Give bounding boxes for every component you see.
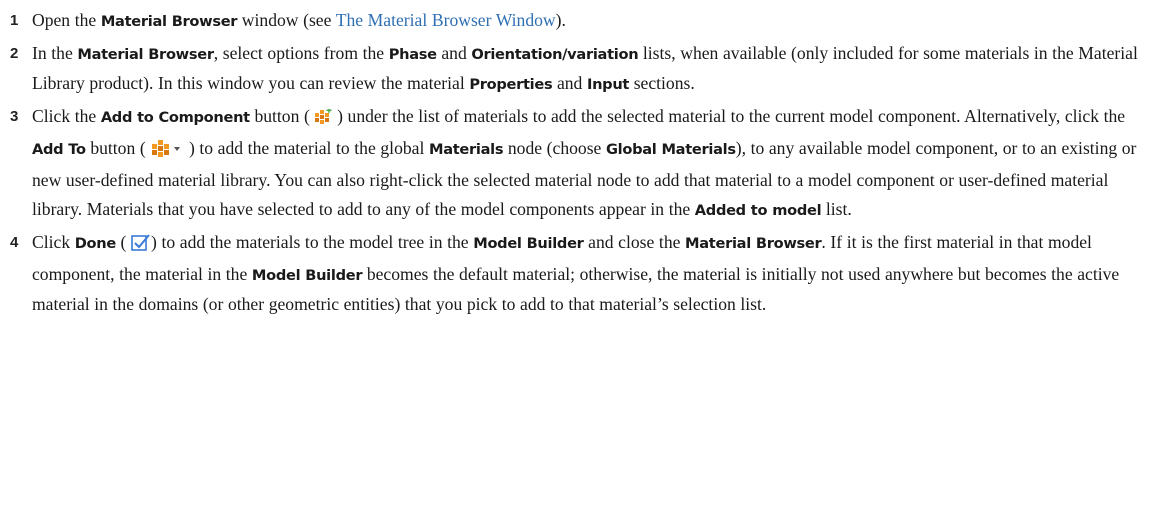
step-text: node (choose: [503, 138, 606, 158]
step-text: and: [436, 43, 472, 63]
step-text: (: [115, 232, 132, 252]
add-material-dropdown-icon: [150, 137, 184, 166]
ui-term-properties: Properties: [469, 76, 553, 93]
instruction-document: 1 Open the Material Browser window (see T…: [0, 0, 1170, 507]
ui-term-model-builder: Model Builder: [473, 235, 584, 252]
ui-term-materials: Materials: [428, 141, 504, 158]
done-checkmark-icon: [131, 231, 151, 260]
step-text: button (: [249, 106, 315, 126]
ui-term-input: Input: [586, 76, 630, 93]
ui-term-global-materials: Global Materials: [605, 141, 736, 158]
ui-term-material-browser: Material Browser: [77, 46, 214, 63]
step-text: window (see: [237, 10, 336, 30]
ui-term-done: Done: [74, 235, 117, 252]
step-text: list.: [821, 199, 852, 219]
ui-term-add-to-component: Add to Component: [100, 109, 250, 126]
step-number: 3: [10, 108, 19, 125]
step-number: 4: [10, 234, 19, 251]
step-text: ).: [555, 10, 566, 30]
ui-term-add-to: Add To: [32, 141, 86, 158]
step-text: ) under the list of materials to add the…: [332, 106, 1126, 126]
step-text: sections.: [629, 73, 695, 93]
step-text: Open the: [32, 10, 101, 30]
step-4: 4 Click Done ( ) to add the materials to …: [10, 228, 1157, 319]
step-text: Click: [32, 232, 75, 252]
material-browser-window-link[interactable]: The Material Browser Window: [336, 10, 556, 30]
step-text: button (: [85, 138, 151, 158]
ui-term-material-browser: Material Browser: [685, 235, 822, 252]
add-material-icon: [314, 105, 332, 134]
step-text: ) to add the material to the global: [184, 138, 429, 158]
step-text: , select options from the: [213, 43, 389, 63]
step-text: ) to add the materials to the model tree…: [151, 232, 474, 252]
step-1: 1 Open the Material Browser window (see T…: [10, 6, 1157, 36]
step-text: and: [552, 73, 587, 93]
ui-term-orientation-variation: Orientation/variation: [471, 46, 639, 63]
step-text: In the: [32, 43, 78, 63]
step-number: 2: [10, 45, 19, 62]
ui-term-added-to-model: Added to model: [694, 202, 822, 219]
ui-term-material-browser: Material Browser: [100, 13, 238, 30]
ui-term-phase: Phase: [388, 46, 437, 63]
step-text: and close the: [583, 232, 686, 252]
step-number: 1: [10, 12, 19, 29]
ui-term-model-builder: Model Builder: [251, 267, 363, 284]
step-text: Click the: [32, 106, 101, 126]
step-2: 2 In the Material Browser, select options…: [10, 39, 1157, 99]
step-3: 3 Click the Add to Component button ( ) u…: [10, 102, 1157, 225]
